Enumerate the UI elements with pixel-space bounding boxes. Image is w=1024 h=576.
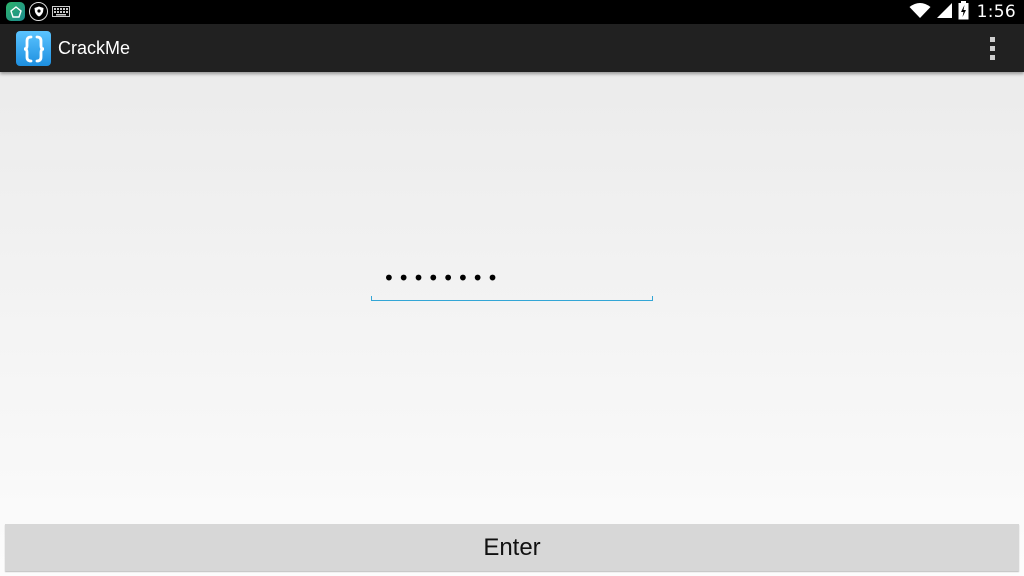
overflow-dot	[989, 36, 995, 42]
shield-icon	[29, 2, 48, 21]
app-title: CrackMe	[58, 38, 131, 58]
status-bar: 1:56	[0, 0, 1024, 24]
system-icons: 1:56	[909, 0, 1016, 24]
braces-icon[interactable]	[16, 31, 51, 66]
clock: 1:56	[976, 2, 1016, 22]
notification-area	[6, 2, 70, 21]
battery-icon	[958, 0, 969, 24]
enter-button[interactable]: Enter	[5, 524, 1019, 571]
app-notification-icon	[6, 2, 25, 21]
overflow-dot	[989, 54, 995, 60]
overflow-menu-icon[interactable]	[980, 34, 1004, 62]
overflow-dot	[989, 45, 995, 51]
action-bar: CrackMe	[0, 24, 1024, 72]
keyboard-icon	[52, 6, 70, 18]
wifi-icon	[909, 2, 931, 23]
password-field[interactable]	[371, 259, 653, 297]
cell-signal-icon	[936, 2, 953, 23]
screen: 1:56 CrackMe Enter	[0, 0, 1024, 576]
password-field-container	[371, 259, 653, 301]
field-underline	[371, 296, 653, 301]
